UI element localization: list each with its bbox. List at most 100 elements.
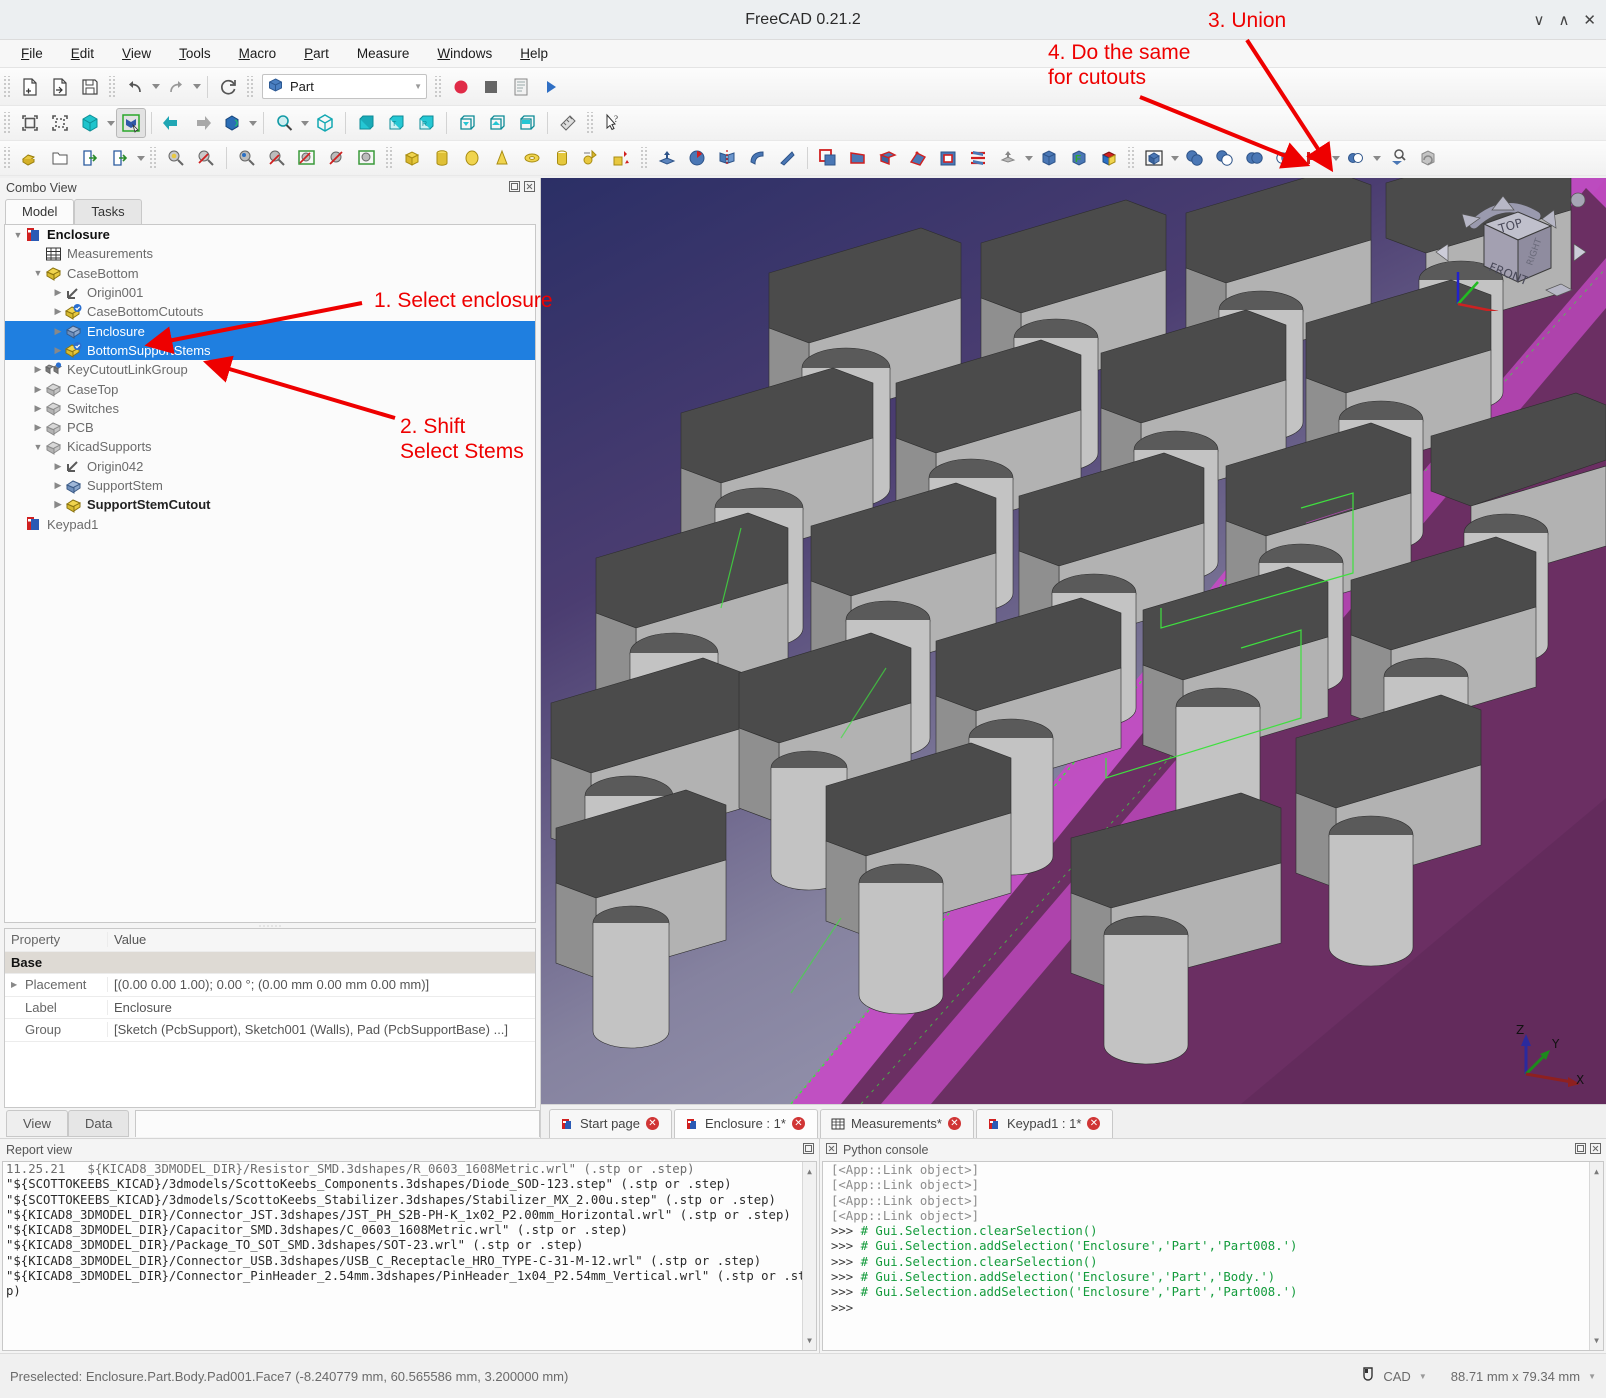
document-tab-keypad1[interactable]: Keypad1 : 1* ✕ (976, 1109, 1113, 1138)
redo-dropdown-icon[interactable] (191, 72, 202, 102)
tree-item-bottomsupportstems[interactable]: ▶BottomSupportStems (5, 341, 535, 360)
rear-view-icon[interactable] (452, 108, 482, 138)
report-log[interactable]: ▲ ▼ 11.25.21 ${KICAD8_3DMODEL_DIR}/Resis… (2, 1161, 817, 1351)
menu-help[interactable]: Help (509, 43, 559, 64)
stop-macro-icon[interactable] (476, 72, 506, 102)
revolve-icon[interactable] (682, 143, 712, 173)
section-icon[interactable] (352, 143, 382, 173)
tab-view[interactable]: View (6, 1110, 68, 1137)
check-geometry-icon[interactable] (1382, 143, 1412, 173)
back-arrow-icon[interactable] (157, 108, 187, 138)
refresh-icon[interactable] (213, 72, 243, 102)
draw-style-dropdown-icon[interactable] (105, 108, 116, 138)
import-icon[interactable] (75, 143, 105, 173)
fit-all-icon[interactable] (15, 108, 45, 138)
open-document-icon[interactable] (45, 72, 75, 102)
toolbar-grip[interactable] (586, 112, 595, 134)
tree-item-supportstem[interactable]: ▶SupportStem (5, 476, 535, 495)
chevron-right-icon[interactable]: ▶ (51, 306, 65, 317)
offset2d-icon[interactable] (813, 143, 843, 173)
toolbar-grip[interactable] (3, 76, 12, 98)
float-panel-icon[interactable] (509, 181, 520, 195)
combo-view-tabs[interactable]: Model Tasks (0, 198, 540, 224)
close-tab-icon[interactable]: ✕ (646, 1117, 659, 1130)
tree-item-keycutoutlinkgroup[interactable]: ▶KeyCutoutLinkGroup (5, 360, 535, 379)
menu-macro[interactable]: Macro (228, 43, 288, 64)
document-tab-measurements[interactable]: Measurements* ✕ (820, 1109, 974, 1138)
property-row-group[interactable]: Group [Sketch (PcbSupport), Sketch001 (W… (5, 1019, 535, 1042)
bottom-view-icon[interactable] (482, 108, 512, 138)
cut-icon[interactable] (1210, 143, 1240, 173)
left-view-icon[interactable] (512, 108, 542, 138)
cross-section-off-icon[interactable] (322, 143, 352, 173)
close-panel-icon[interactable] (826, 1143, 837, 1157)
cross-section-icon[interactable] (292, 143, 322, 173)
close-tab-icon[interactable]: ✕ (948, 1117, 961, 1130)
export-icon[interactable] (105, 143, 135, 173)
toolbar-grip[interactable] (434, 76, 443, 98)
record-macro-icon[interactable] (446, 72, 476, 102)
thickness-icon[interactable] (843, 143, 873, 173)
whats-this-icon[interactable]: ? (598, 108, 628, 138)
toolbar-grip[interactable] (108, 76, 117, 98)
union-icon[interactable] (1180, 143, 1210, 173)
toolbar-grip[interactable] (246, 76, 255, 98)
tab-data[interactable]: Data (68, 1110, 129, 1137)
compound-icon[interactable]: F (1064, 143, 1094, 173)
tree-item-enclosure[interactable]: ▼Enclosure (5, 225, 535, 244)
python-log[interactable]: ▲ ▼ [<App::Link object>][<App::Link obje… (822, 1161, 1604, 1351)
defeaturing-icon[interactable] (1412, 143, 1442, 173)
front-view-icon[interactable] (351, 108, 381, 138)
navigation-style-label[interactable]: CAD (1383, 1369, 1410, 1384)
tree-item-supportstemcutout[interactable]: ▶SupportStemCutout (5, 495, 535, 514)
execute-macro-icon[interactable] (536, 72, 566, 102)
tree-item-measurements[interactable]: ▶Measurements (5, 244, 535, 263)
save-document-icon[interactable] (75, 72, 105, 102)
minimize-icon[interactable]: ∨ (1533, 11, 1544, 29)
macros-icon[interactable] (506, 72, 536, 102)
expand-placement-icon[interactable]: ▶ (11, 980, 21, 989)
boolean-op-icon[interactable] (1139, 143, 1169, 173)
undo-dropdown-icon[interactable] (150, 72, 161, 102)
menu-tools[interactable]: Tools (168, 43, 222, 64)
window-controls[interactable]: ∨ ∧ ✕ (1533, 0, 1596, 40)
tab-model[interactable]: Model (5, 199, 74, 224)
tree-item-enclosure[interactable]: ▶Enclosure (5, 321, 535, 340)
selection-view-icon[interactable] (116, 108, 146, 138)
chevron-right-icon[interactable]: ▶ (31, 384, 45, 395)
cone-icon[interactable] (487, 143, 517, 173)
workbench-selector[interactable]: Part ▼ (262, 74, 427, 99)
chevron-down-icon[interactable]: ▼ (31, 268, 45, 278)
toolbar-grip[interactable] (149, 147, 158, 169)
chevron-right-icon[interactable]: ▶ (31, 403, 45, 414)
redo-icon[interactable] (161, 72, 191, 102)
menu-view[interactable]: View (111, 43, 162, 64)
scroll-up-icon[interactable]: ▲ (1594, 1162, 1599, 1181)
mirror-icon[interactable] (712, 143, 742, 173)
loft-icon[interactable] (903, 143, 933, 173)
forward-arrow-icon[interactable] (187, 108, 217, 138)
split-icon[interactable] (1341, 143, 1371, 173)
folder-icon[interactable] (45, 143, 75, 173)
boolean-xor-icon[interactable] (1270, 143, 1300, 173)
scroll-down-icon[interactable]: ▼ (807, 1331, 812, 1350)
chevron-right-icon[interactable]: ▶ (51, 287, 65, 298)
primitives-icon[interactable] (577, 143, 607, 173)
cube-icon[interactable] (397, 143, 427, 173)
shapebuilder-icon[interactable] (607, 143, 637, 173)
scroll-up-icon[interactable]: ▲ (807, 1162, 812, 1181)
sweep-icon[interactable] (933, 143, 963, 173)
chevron-right-icon[interactable]: ▶ (31, 364, 45, 375)
box-primitive-icon[interactable] (15, 143, 45, 173)
chevron-down-icon[interactable]: ▼ (414, 82, 422, 91)
view-dropdown-icon[interactable] (247, 108, 258, 138)
document-tab-enclosure[interactable]: Enclosure : 1* ✕ (674, 1109, 818, 1138)
close-tab-icon[interactable]: ✕ (1087, 1117, 1100, 1130)
chevron-right-icon[interactable]: ▶ (51, 326, 65, 337)
chevron-down-icon[interactable]: ▼ (1588, 1372, 1596, 1381)
common-icon[interactable] (1240, 143, 1270, 173)
join-dropdown-icon[interactable] (1330, 143, 1341, 173)
top-view-icon[interactable]: T (381, 108, 411, 138)
color-per-face-icon[interactable] (1094, 143, 1124, 173)
measure-icon[interactable] (553, 108, 583, 138)
